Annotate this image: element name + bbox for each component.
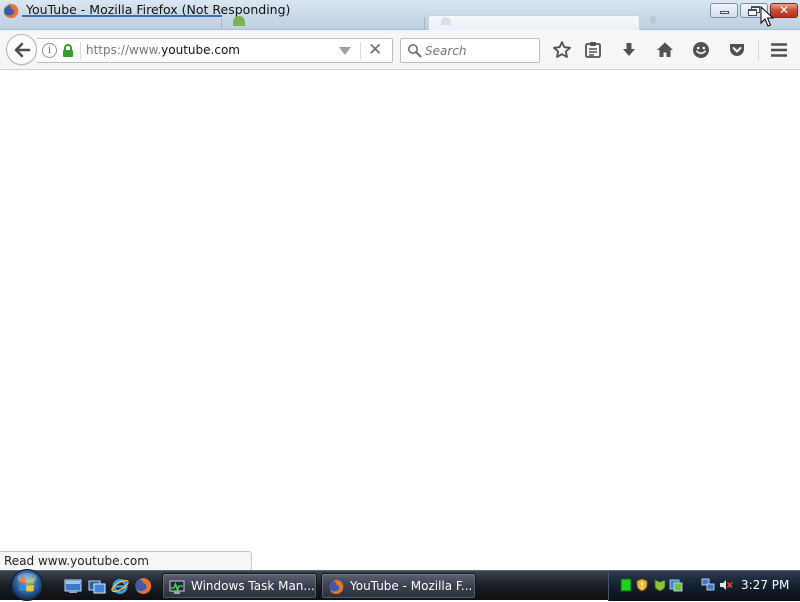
ghost-tab-favicon [441,17,451,25]
stop-icon[interactable]: ✕ [368,40,382,60]
bookmark-star-icon[interactable] [552,40,572,60]
url-separator [80,42,81,59]
close-button[interactable]: ✕ [770,3,798,18]
search-input[interactable] [425,42,535,60]
info-icon[interactable]: i [42,43,57,58]
firefox-icon[interactable] [134,577,152,595]
taskbar-button-task-manager[interactable]: Windows Task Man... [162,573,317,599]
close-icon: ✕ [778,3,790,17]
url-text[interactable]: https://www.youtube.com [86,43,240,57]
dropmarker-icon[interactable] [339,47,351,55]
ghost-tab [22,15,222,31]
restore-icon-back [748,9,757,16]
url-separator [360,42,361,59]
taskbar-button-firefox[interactable]: YouTube - Mozilla F... [321,573,476,599]
show-desktop-icon[interactable] [64,577,82,595]
mouse-cursor-icon [760,6,774,27]
url-prefix: https://www. [86,43,162,57]
search-icon[interactable] [407,43,422,58]
network-icon[interactable] [701,578,715,592]
task-manager-icon [169,580,185,594]
back-button[interactable] [6,34,37,65]
home-icon[interactable] [655,40,675,60]
firefox-icon [329,579,344,594]
ghost-tab-favicon [233,16,245,26]
internet-explorer-icon[interactable] [111,577,129,595]
update-icon[interactable] [669,578,683,592]
clock[interactable]: 3:27 PM [741,578,789,592]
url-host: youtube.com [161,43,240,57]
page-content[interactable] [0,71,800,570]
search-bar[interactable] [400,38,540,63]
reading-list-icon[interactable] [583,40,603,60]
menu-icon[interactable] [769,40,789,60]
minimize-icon [720,11,729,14]
switch-windows-icon[interactable] [88,577,106,595]
system-tray: 3:27 PM [608,571,800,601]
ghost-tab [642,15,702,30]
back-arrow-icon [14,42,31,58]
hello-icon[interactable] [691,40,711,60]
pocket-icon[interactable] [727,40,747,60]
window-titlebar[interactable]: YouTube - Mozilla Firefox (Not Respondin… [0,0,800,31]
ghost-tab [225,15,425,30]
lock-icon[interactable] [62,43,74,58]
url-bar[interactable]: i https://www.youtube.com ✕ [37,38,393,63]
green-status-icon[interactable] [619,578,633,592]
navigation-toolbar: i https://www.youtube.com ✕ [0,30,800,70]
toolbar-separator [758,40,759,60]
task-label: YouTube - Mozilla F... [350,579,473,593]
ghost-tab-favicon [650,16,656,24]
start-button[interactable] [6,568,48,602]
status-text: Read www.youtube.com [4,554,149,568]
minimize-button[interactable] [710,3,738,18]
firefox-icon[interactable] [3,3,19,19]
volume-muted-icon[interactable] [719,578,733,592]
defender-icon[interactable] [653,578,667,592]
taskbar: Windows Task Man... YouTube - Mozilla F.… [0,568,800,602]
ghost-tab [428,15,640,30]
downloads-icon[interactable] [619,40,639,60]
task-label: Windows Task Man... [191,579,315,593]
security-shield-icon[interactable] [635,578,649,592]
window-title: YouTube - Mozilla Firefox (Not Respondin… [26,2,291,17]
